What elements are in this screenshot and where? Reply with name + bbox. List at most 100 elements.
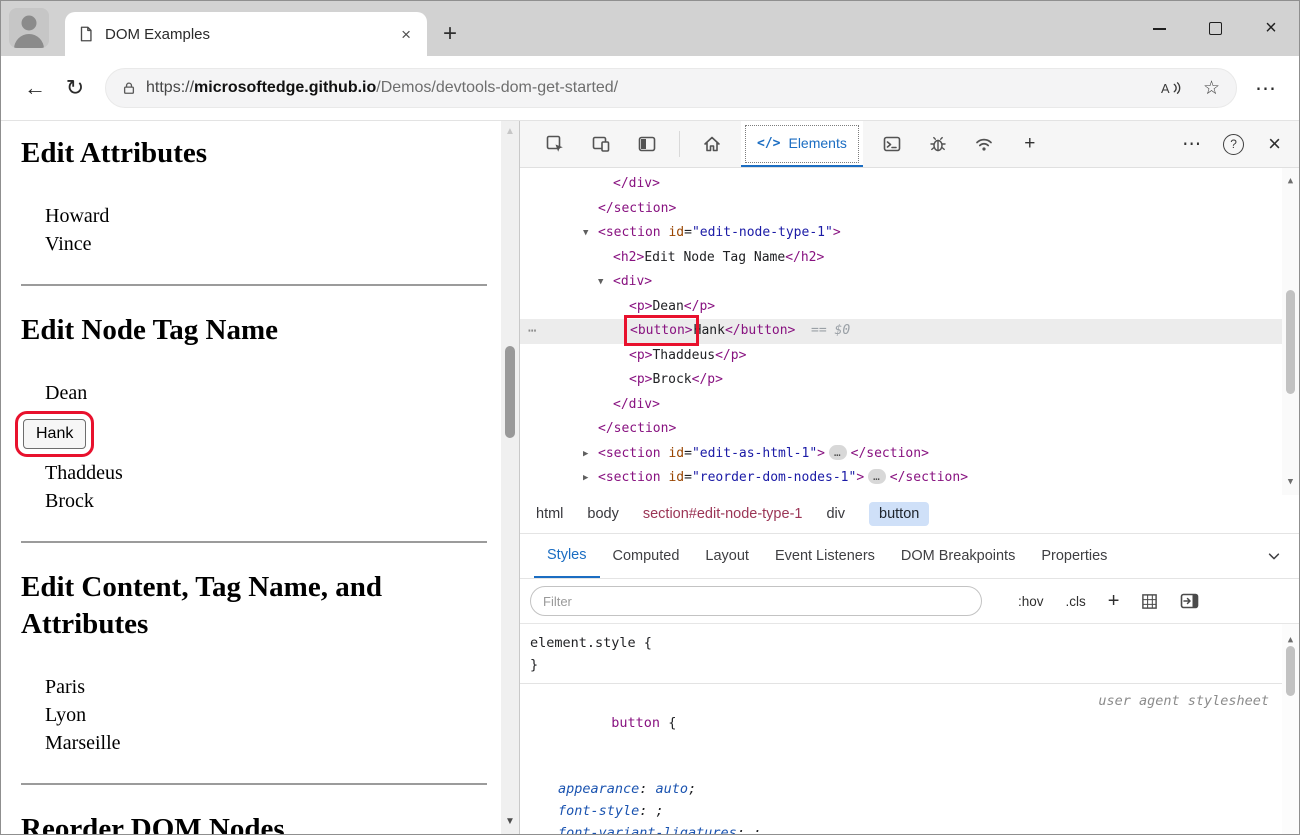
console-button[interactable] — [874, 121, 910, 167]
dom-tree-row[interactable]: ▼ <div> — [520, 270, 1299, 295]
more-tools-button[interactable]: ⋯ — [1174, 133, 1209, 156]
address-bar[interactable]: https://microsoftedge.github.io/Demos/de… — [105, 68, 1237, 108]
minimize-button[interactable] — [1131, 1, 1187, 56]
new-tab-button[interactable]: + — [443, 22, 457, 46]
dom-tree-row[interactable]: <h2>Edit Node Tag Name</h2> — [520, 246, 1299, 271]
inspect-button[interactable] — [537, 121, 573, 167]
dom-tree-row[interactable]: <p>Thaddeus</p> — [520, 344, 1299, 369]
panel-tab-event-listeners[interactable]: Event Listeners — [762, 534, 888, 578]
dom-tree-pane: </div></section>▼<section id="edit-node-… — [520, 168, 1299, 495]
help-button[interactable]: ? — [1223, 134, 1244, 155]
expand-arrow-icon[interactable]: ▼ — [598, 270, 603, 295]
dom-token: </section> — [851, 446, 929, 461]
profile-avatar[interactable] — [9, 8, 49, 48]
browser-window: DOM Examples × + × ← ↻ https://microsoft… — [0, 0, 1300, 835]
maximize-button[interactable] — [1187, 1, 1243, 56]
panel-tab-layout[interactable]: Layout — [692, 534, 762, 578]
pseudo-state-toggle[interactable]: :hov — [1018, 594, 1044, 609]
dom-tree-row[interactable]: <p>Brock</p> — [520, 368, 1299, 393]
chevron-down-icon[interactable] — [1267, 534, 1281, 578]
dom-token: == $0 — [795, 323, 850, 338]
dom-tree-row[interactable]: ⋯<button>Hank</button> == $0 — [520, 319, 1299, 344]
scrollbar-thumb[interactable] — [1286, 646, 1295, 696]
dom-tree-row[interactable]: </div> — [520, 172, 1299, 197]
window-close-button[interactable]: × — [1243, 1, 1299, 56]
scroll-down-icon[interactable]: ▼ — [501, 816, 519, 827]
breadcrumb-item-section-edit-node-type-1[interactable]: section#edit-node-type-1 — [643, 506, 803, 522]
panel-tab-dom-breakpoints[interactable]: DOM Breakpoints — [888, 534, 1028, 578]
scroll-up-icon[interactable]: ▲ — [501, 126, 519, 137]
ua-button-rule-header[interactable]: button { user agent stylesheet — [530, 690, 1299, 778]
page-text-item: Vince — [45, 230, 487, 258]
browser-settings-menu-button[interactable]: ⋯ — [1247, 76, 1285, 101]
css-semicolon: ; — [656, 803, 664, 819]
dom-tree-row[interactable]: ▶<section id="reorder-dom-nodes-1">…</se… — [520, 466, 1299, 491]
refresh-button[interactable]: ↻ — [55, 68, 95, 108]
console-icon — [882, 134, 902, 154]
dom-tree-row[interactable]: ▼<section id="edit-node-type-1"> — [520, 221, 1299, 246]
css-declaration[interactable]: font-variant-ligatures: ; — [530, 822, 1299, 834]
styles-filter-input[interactable] — [530, 586, 982, 616]
layout-grid-button[interactable] — [1141, 593, 1158, 610]
open-sidebar-button[interactable] — [1180, 593, 1199, 609]
dom-tree-row[interactable]: </div> — [520, 393, 1299, 418]
css-semicolon: ; — [688, 781, 696, 797]
tab-title: DOM Examples — [105, 26, 397, 43]
page-heading: Reorder DOM Nodes — [21, 811, 487, 834]
home-button[interactable] — [694, 121, 730, 167]
page-text-item: Thaddeus — [45, 459, 487, 487]
favorite-star-button[interactable]: ☆ — [1203, 77, 1220, 100]
device-emulation-button[interactable] — [583, 121, 619, 167]
expand-arrow-icon[interactable]: ▼ — [583, 221, 588, 246]
back-button[interactable]: ← — [15, 68, 55, 108]
class-toggle[interactable]: .cls — [1066, 594, 1086, 609]
panel-tab-computed[interactable]: Computed — [600, 534, 693, 578]
dom-tree-row[interactable]: </section> — [520, 197, 1299, 222]
debugger-button[interactable] — [920, 121, 956, 167]
element-style-rule[interactable]: element.style { — [530, 632, 1299, 654]
panel-tab-properties[interactable]: Properties — [1028, 534, 1120, 578]
page-text-item: Dean — [45, 379, 487, 407]
css-property-value: auto — [656, 781, 689, 797]
styles-filter-bar: :hov .cls + — [520, 579, 1299, 624]
expand-arrow-icon[interactable]: ▶ — [583, 442, 588, 467]
breadcrumb-item-button[interactable]: button — [869, 502, 929, 526]
add-tool-button[interactable]: + — [1012, 121, 1048, 167]
dom-tree-row[interactable]: ▶<section id="edit-as-html-1">…</section… — [520, 442, 1299, 467]
tab-elements[interactable]: </> Elements — [741, 121, 863, 167]
elements-icon: </> — [757, 136, 780, 151]
css-declaration[interactable]: font-style: ; — [530, 800, 1299, 822]
scrollbar-thumb[interactable] — [505, 346, 515, 438]
network-button[interactable] — [966, 121, 1002, 167]
scrollbar-thumb[interactable] — [1286, 290, 1295, 394]
scroll-down-icon[interactable]: ▼ — [1282, 477, 1299, 487]
page-scrollbar[interactable]: ▲ ▼ — [501, 121, 519, 834]
stylesheet-origin-label: user agent stylesheet — [1098, 690, 1269, 712]
styles-scrollbar[interactable]: ▲ — [1282, 624, 1299, 834]
dom-token: <div> — [613, 274, 652, 289]
css-declaration[interactable]: appearance: auto; — [530, 778, 1299, 800]
row-more-icon[interactable]: ⋯ — [528, 319, 536, 344]
dom-token: Thaddeus — [652, 348, 715, 363]
expand-arrow-icon[interactable]: ▶ — [583, 466, 588, 491]
dom-tree-row[interactable]: </section> — [520, 417, 1299, 442]
read-aloud-button[interactable]: A — [1161, 80, 1183, 97]
dom-scrollbar[interactable]: ▲ ▼ — [1282, 168, 1299, 495]
panel-tab-styles[interactable]: Styles — [534, 534, 600, 578]
activity-bar-button[interactable] — [629, 121, 665, 167]
devtools-close-button[interactable]: × — [1258, 131, 1291, 157]
dom-token: <p> — [629, 299, 652, 314]
breadcrumb-item-div[interactable]: div — [826, 506, 845, 522]
css-property-name: font-style — [558, 803, 639, 819]
dom-token: > — [833, 225, 841, 240]
dom-tree-row[interactable]: <p>Dean</p> — [520, 295, 1299, 320]
new-style-rule-button[interactable]: + — [1108, 591, 1120, 611]
tab-close-icon[interactable]: × — [397, 26, 415, 43]
breadcrumb-item-html[interactable]: html — [536, 506, 563, 522]
scroll-up-icon[interactable]: ▲ — [1282, 176, 1299, 186]
browser-tab[interactable]: DOM Examples × — [65, 12, 427, 56]
page-button[interactable]: Hank — [23, 419, 86, 449]
dom-token: </p> — [692, 372, 723, 387]
dom-token: Dean — [652, 299, 683, 314]
breadcrumb-item-body[interactable]: body — [587, 506, 618, 522]
